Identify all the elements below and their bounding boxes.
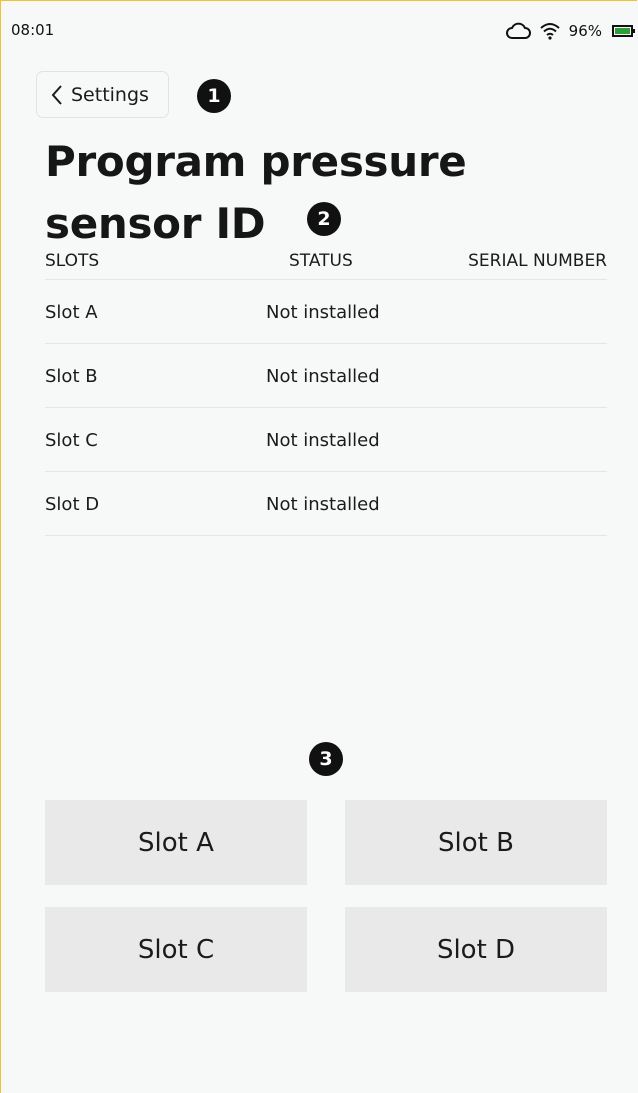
row-status: Not installed xyxy=(266,366,380,387)
app-screen: 08:01 96% Settings 1 Program pressure se… xyxy=(0,0,637,1093)
back-button-label: Settings xyxy=(71,83,149,106)
back-button[interactable]: Settings xyxy=(36,71,169,118)
row-status: Not installed xyxy=(266,302,380,323)
row-slot: Slot D xyxy=(45,494,100,515)
column-header-slots: SLOTS xyxy=(45,251,100,271)
status-bar: 08:01 96% xyxy=(1,1,638,57)
annotation-badge-2: 2 xyxy=(307,202,341,236)
table-row: Slot D Not installed xyxy=(45,472,607,536)
sensor-table: SLOTS STATUS SERIAL NUMBER Slot A Not in… xyxy=(45,247,607,536)
chevron-left-icon xyxy=(51,84,62,105)
status-icons: 96% xyxy=(505,17,636,45)
column-header-status: STATUS xyxy=(289,251,353,271)
status-time: 08:01 xyxy=(11,21,55,39)
row-slot: Slot B xyxy=(45,366,98,387)
slot-b-button[interactable]: Slot B xyxy=(345,800,607,885)
battery-percentage: 96% xyxy=(568,22,602,40)
column-header-serial-number: SERIAL NUMBER xyxy=(468,251,607,271)
table-row: Slot B Not installed xyxy=(45,344,607,408)
wifi-icon xyxy=(539,23,560,40)
page-title: Program pressure sensor ID xyxy=(45,137,467,248)
table-header: SLOTS STATUS SERIAL NUMBER xyxy=(45,247,607,280)
row-status: Not installed xyxy=(266,430,380,451)
table-row: Slot C Not installed xyxy=(45,408,607,472)
slot-d-button[interactable]: Slot D xyxy=(345,907,607,992)
row-slot: Slot A xyxy=(45,302,98,323)
cloud-icon xyxy=(505,22,531,39)
annotation-badge-3: 3 xyxy=(309,742,343,776)
row-status: Not installed xyxy=(266,494,380,515)
slot-a-button[interactable]: Slot A xyxy=(45,800,307,885)
table-row: Slot A Not installed xyxy=(45,280,607,344)
battery-icon xyxy=(612,25,635,37)
row-slot: Slot C xyxy=(45,430,98,451)
slot-c-button[interactable]: Slot C xyxy=(45,907,307,992)
annotation-badge-1: 1 xyxy=(197,79,231,113)
